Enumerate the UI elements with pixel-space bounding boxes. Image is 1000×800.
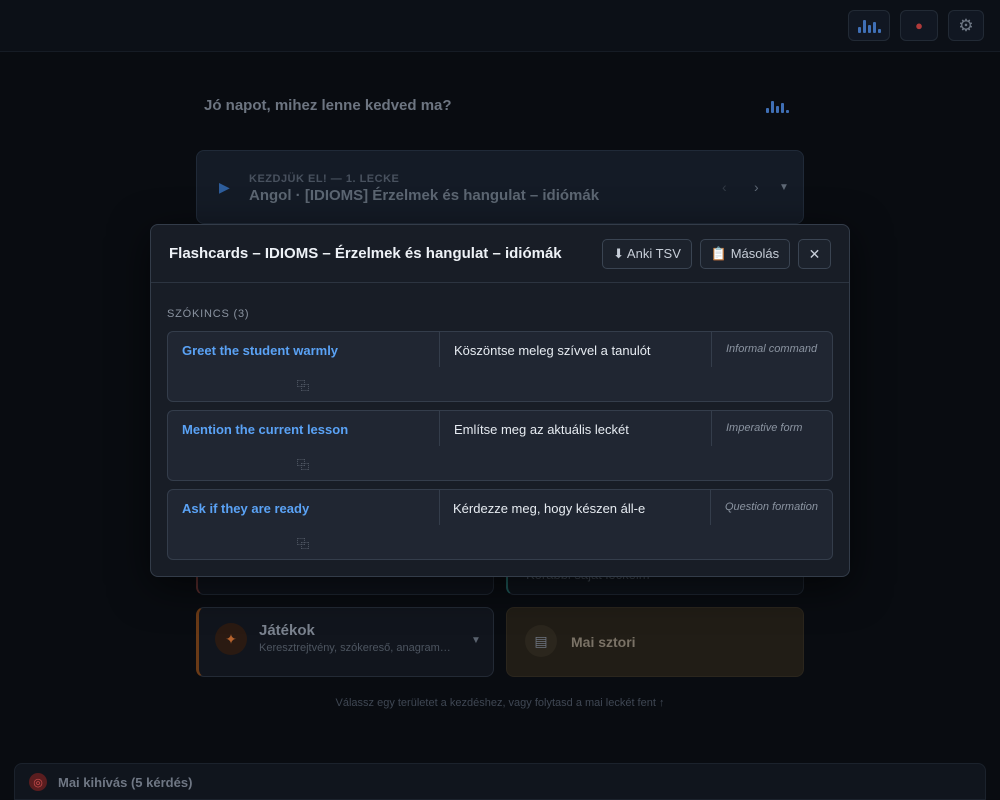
divider [711,332,712,367]
daily-story-tile[interactable]: ▤ Mai sztori [506,607,804,677]
flashcard-definition: Köszöntse meleg szívvel a tanulót [454,343,651,358]
close-button[interactable]: ✕ [798,239,831,269]
flashcard-term: Ask if they are ready [182,501,310,516]
settings-button[interactable]: ⚙ [948,10,984,41]
hint-text: Válassz egy területet a kezdéshez, vagy … [335,697,665,709]
games-subtitle: Keresztrejtvény, szókereső, anagramma [259,642,455,654]
divider [439,490,440,525]
flashcard-note: Informal command [726,343,818,355]
gear-icon: ⚙ [958,15,974,35]
audio-button[interactable] [848,10,890,41]
modal-header: Flashcards – IDIOMS – Érzelmek és hangul… [151,225,849,283]
anki-tsv-button[interactable]: ⬇ Anki TSV [602,239,692,269]
divider [710,490,711,525]
flashcards-modal: Flashcards – IDIOMS – Érzelmek és hangul… [150,224,850,577]
play-icon[interactable]: ▶ [219,179,230,196]
divider [439,411,440,446]
copy-icon[interactable]: ⿻ [297,535,309,552]
chevron-down-icon[interactable]: ▼ [779,182,789,193]
flashcard-note: Imperative form [726,422,803,434]
sparkle-icon: ✦ [215,623,247,655]
lesson-kicker: KEZDJÜK EL! — 1. LECKE [249,173,400,185]
current-lesson-card[interactable]: ▶ KEZDJÜK EL! — 1. LECKE Angol · [IDIOMS… [196,150,804,224]
flashcard: Mention the current lesson Említse meg a… [167,410,833,481]
daily-story-title: Mai sztori [571,634,636,650]
daily-challenge-bar[interactable]: ◎ Mai kihívás (5 kérdés) [14,763,986,800]
flashcard-definition: Kérdezze meg, hogy készen áll-e [453,501,646,516]
copy-button[interactable]: 📋 Másolás [700,239,790,269]
bug-icon: ● [915,18,923,33]
next-lesson-icon[interactable]: › [754,179,759,195]
target-icon: ◎ [29,773,47,791]
previous-lesson-icon[interactable]: ‹ [722,179,727,195]
lesson-title: Angol · [IDIOMS] Érzelmek és hangulat – … [249,187,600,204]
flashcard: Greet the student warmly Köszöntse meleg… [167,331,833,402]
chevron-down-icon[interactable]: ▼ [471,635,481,646]
divider [439,332,440,367]
games-tile[interactable]: ✦ Játékok Keresztrejtvény, szókereső, an… [196,607,494,677]
flashcard-term: Greet the student warmly [182,343,339,358]
modal-title: Flashcards – IDIOMS – Érzelmek és hangul… [169,245,562,262]
bug-report-button[interactable]: ● [900,10,938,41]
vocabulary-section-label: SZÓKINCS (3) [167,308,250,320]
flashcard-definition: Említse meg az aktuális leckét [454,422,629,437]
audio-wave-icon[interactable] [766,99,789,113]
copy-icon[interactable]: ⿻ [297,377,309,394]
audio-wave-icon [857,19,881,33]
top-bar: ● ⚙ [0,0,1000,52]
flashcard-note: Question formation [725,501,818,513]
daily-challenge-label: Mai kihívás (5 kérdés) [58,775,193,790]
copy-icon[interactable]: ⿻ [297,456,309,473]
divider [711,411,712,446]
flashcard-term: Mention the current lesson [182,422,349,437]
flashcard: Ask if they are ready Kérdezze meg, hogy… [167,489,833,560]
newspaper-icon: ▤ [525,625,557,657]
games-title: Játékok [259,622,315,639]
greeting-text: Jó napot, mihez lenne kedved ma? [204,97,452,114]
